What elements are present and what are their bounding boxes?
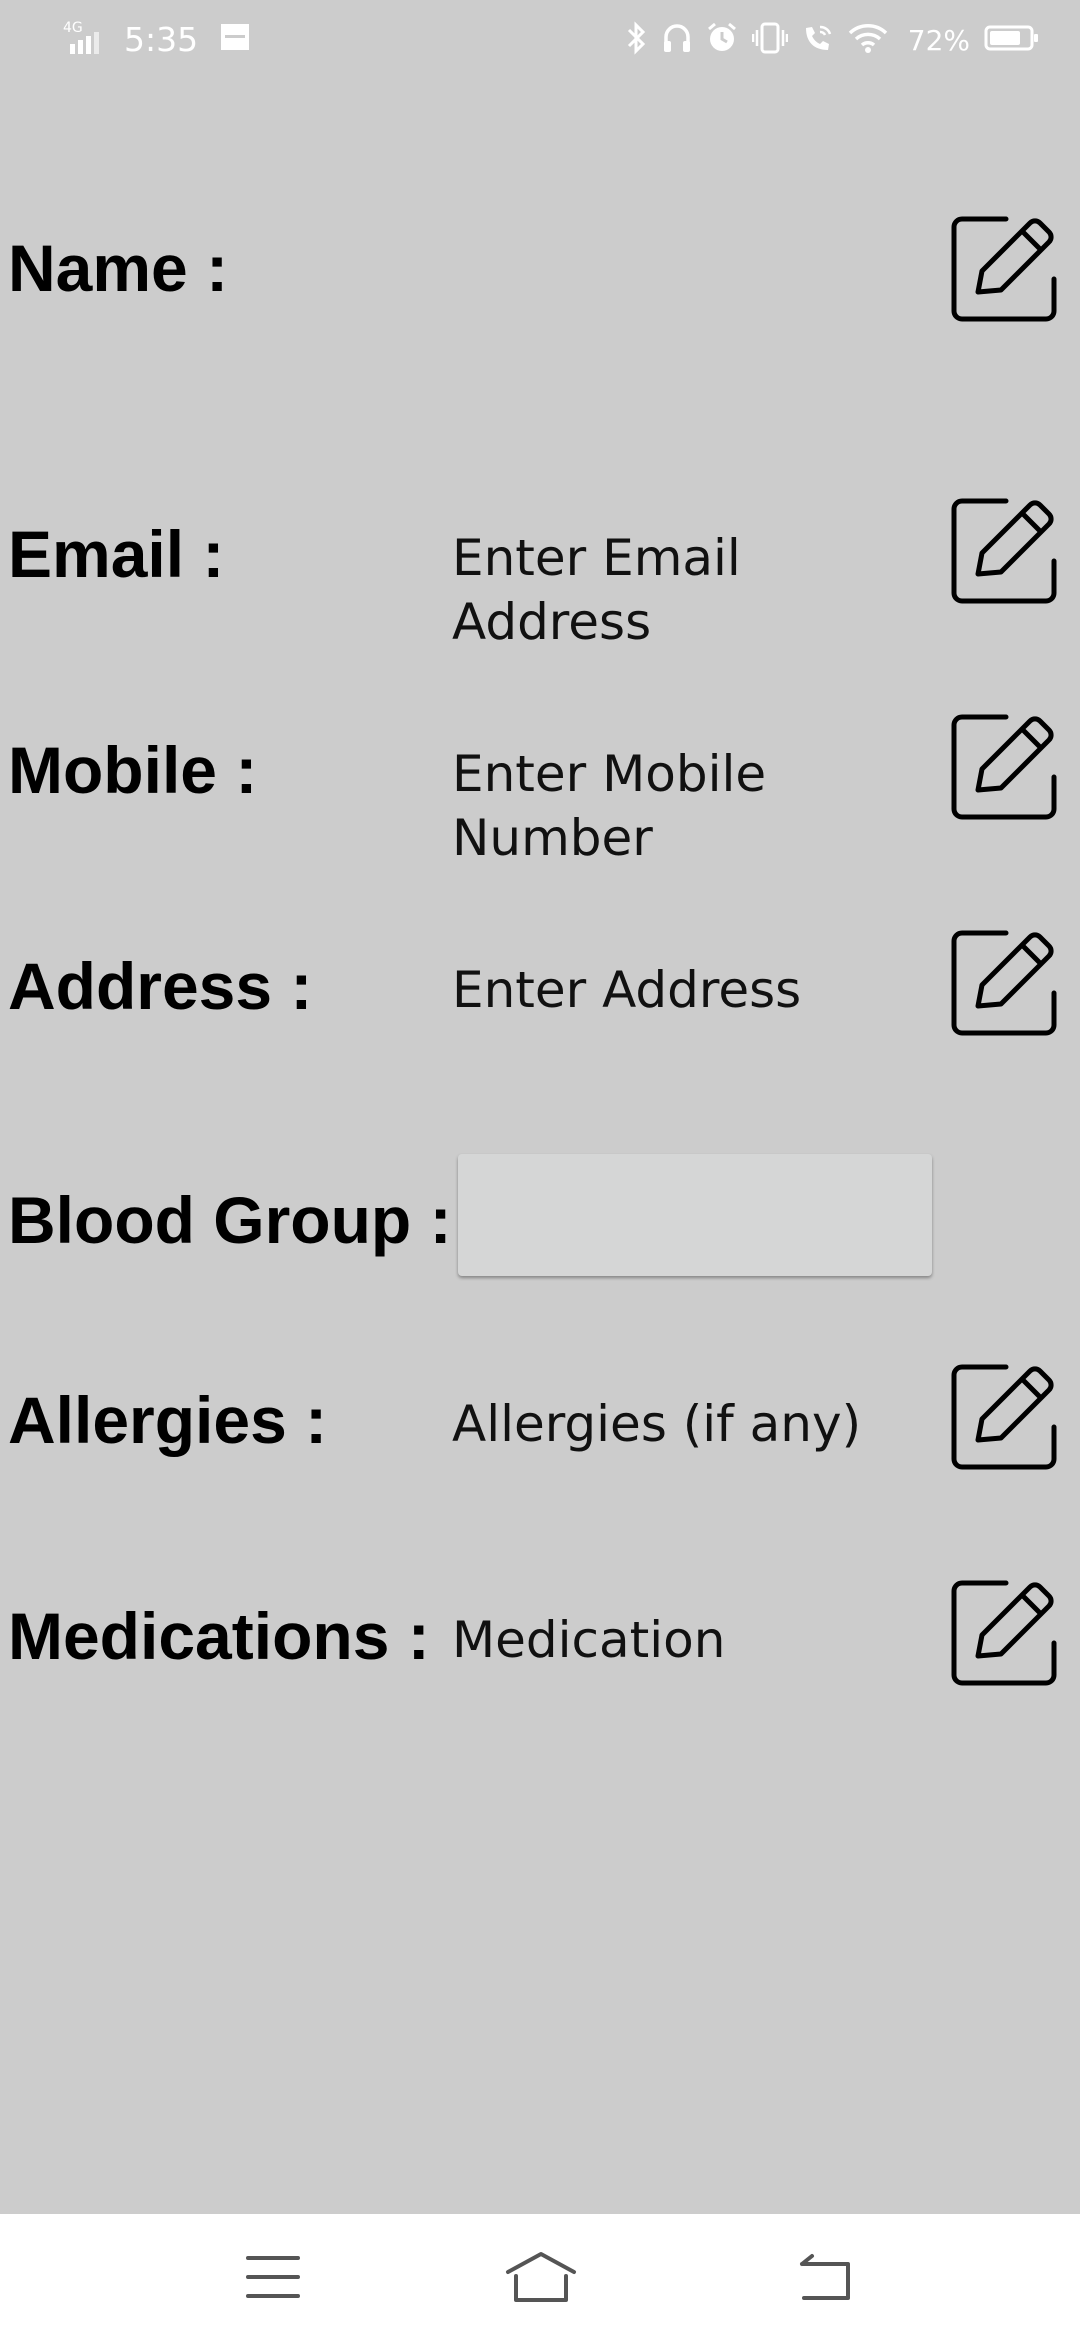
- edit-address-button[interactable]: [944, 916, 1066, 1038]
- edit-medications-button[interactable]: [944, 1566, 1066, 1688]
- mobile-label: Mobile :: [8, 733, 258, 807]
- allergies-label: Allergies :: [8, 1383, 328, 1457]
- battery-icon: [984, 24, 1040, 57]
- back-icon: [800, 2254, 850, 2300]
- medications-value: Medication: [452, 1611, 726, 1669]
- blood-group-select[interactable]: [458, 1154, 932, 1276]
- menu-button[interactable]: [228, 2242, 318, 2312]
- home-icon: [506, 2252, 576, 2302]
- edit-mobile-button[interactable]: [944, 700, 1066, 822]
- status-bar: 4G 5:35 72%: [0, 0, 1080, 86]
- edit-icon: [951, 498, 1057, 604]
- bluetooth-icon: [626, 20, 648, 61]
- mobile-value: Enter Mobile Number: [452, 745, 767, 867]
- edit-icon: [951, 930, 1057, 1036]
- email-label: Email :: [8, 517, 225, 591]
- edit-icon: [951, 216, 1057, 322]
- address-value: Enter Address: [452, 961, 802, 1019]
- edit-allergies-button[interactable]: [944, 1350, 1066, 1472]
- edit-email-button[interactable]: [944, 484, 1066, 606]
- status-time: 5:35: [124, 20, 199, 59]
- blood-group-label: Blood Group :: [8, 1183, 452, 1257]
- menu-icon: [246, 2256, 300, 2298]
- home-button[interactable]: [496, 2242, 586, 2312]
- edit-icon: [951, 1364, 1057, 1470]
- wifi-calling-icon: [802, 22, 834, 59]
- medications-label: Medications :: [8, 1599, 430, 1673]
- alarm-icon: [706, 22, 738, 59]
- name-label: Name :: [8, 231, 229, 305]
- network-type: 4G: [63, 20, 83, 36]
- back-button[interactable]: [780, 2242, 870, 2312]
- notification-icon: [220, 22, 250, 57]
- edit-icon: [951, 1580, 1057, 1686]
- allergies-value: Allergies (if any): [452, 1395, 862, 1453]
- edit-icon: [951, 714, 1057, 820]
- battery-percent: 72%: [907, 24, 970, 57]
- wifi-icon: [848, 22, 888, 59]
- address-label: Address :: [8, 949, 313, 1023]
- edit-name-button[interactable]: [944, 202, 1066, 324]
- email-value: Enter Email Address: [452, 529, 741, 651]
- vibrate-icon: [751, 22, 789, 59]
- status-left: 4G 5:35: [62, 18, 250, 61]
- headphones-icon: [662, 22, 692, 59]
- navigation-bar: [0, 2214, 1080, 2340]
- signal-icon: 4G: [62, 18, 108, 61]
- status-right: 72%: [612, 20, 1040, 61]
